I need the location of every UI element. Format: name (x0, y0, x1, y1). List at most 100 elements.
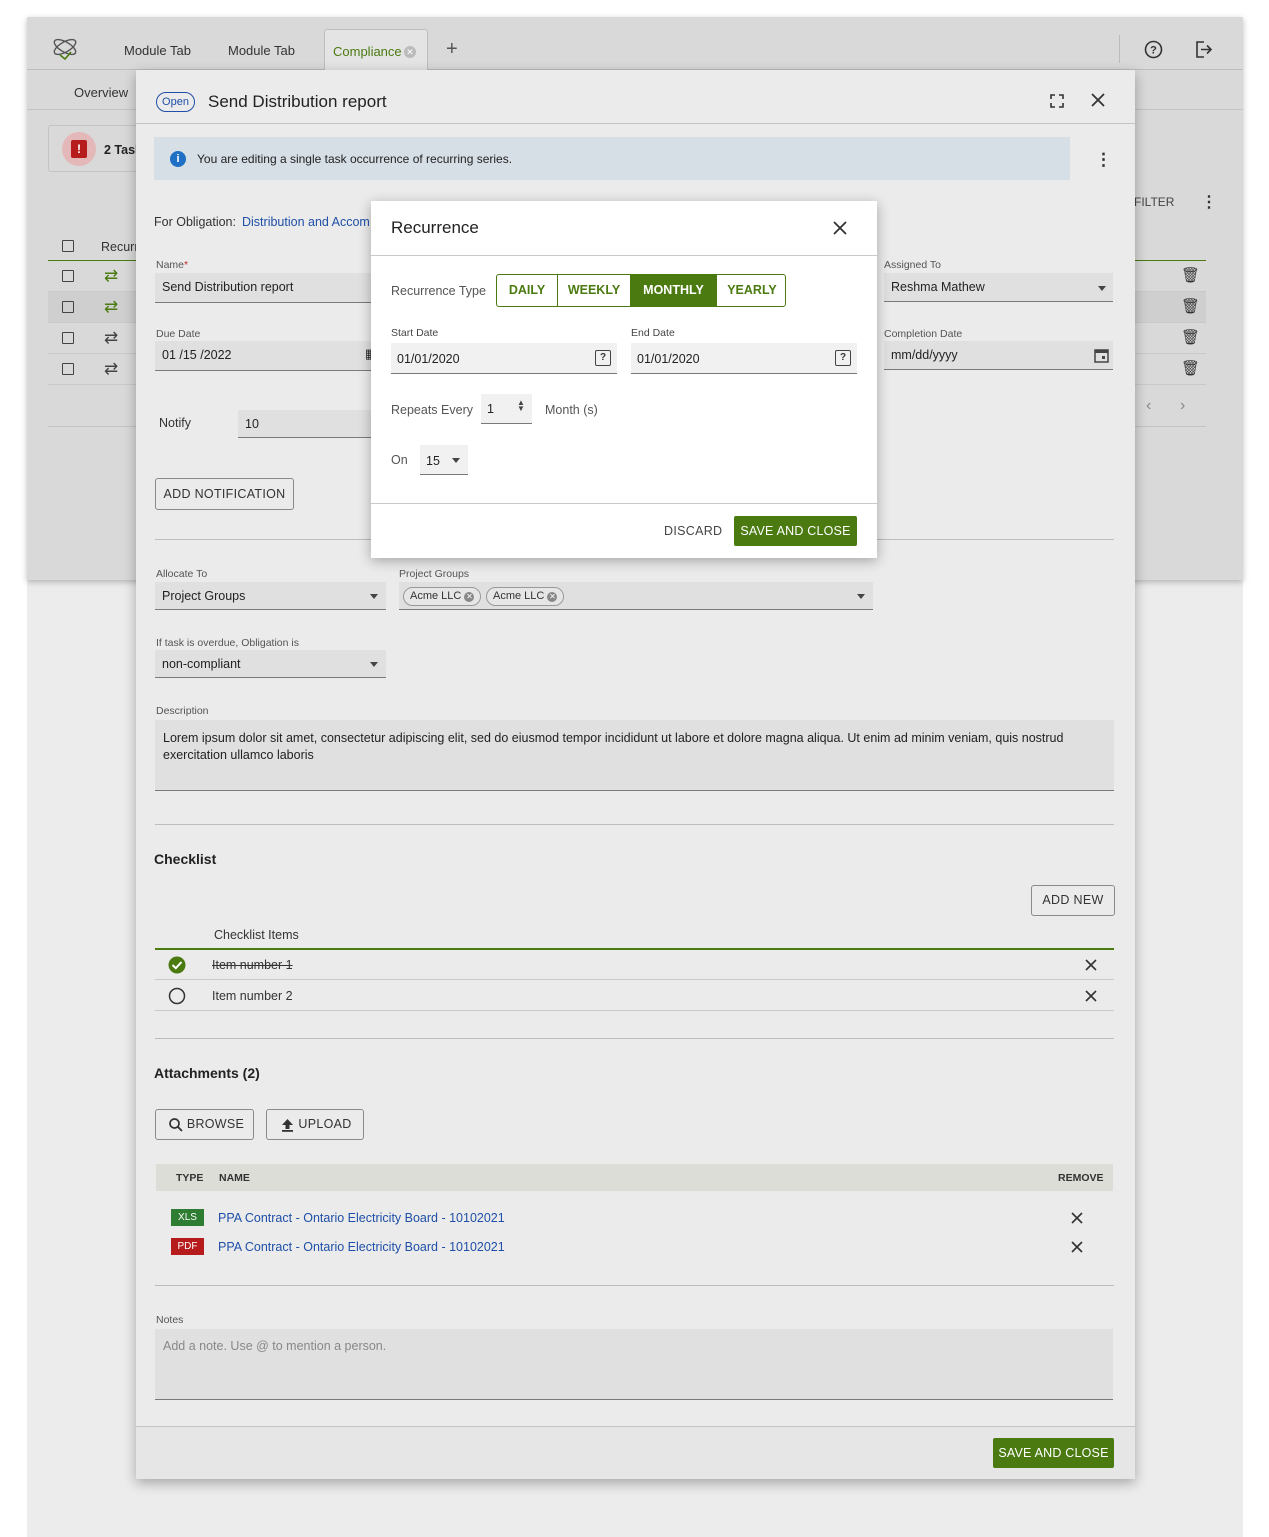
notes-textarea[interactable]: Add a note. Use @ to mention a person. (155, 1329, 1113, 1400)
add-notification-button[interactable]: ADD NOTIFICATION (155, 478, 294, 510)
add-tab-icon[interactable]: + (446, 38, 458, 61)
overdue-label: If task is overdue, Obligation is (156, 637, 299, 649)
end-date-value: 01/01/2020 (637, 352, 700, 366)
select-all-checkbox[interactable] (62, 240, 74, 252)
group-chip: Acme LLC ✕ (403, 587, 482, 606)
notes-label: Notes (156, 1314, 184, 1326)
browse-button[interactable]: BROWSE (155, 1109, 254, 1140)
repeats-unit-label: Month (s) (545, 403, 598, 417)
description-label: Description (156, 705, 209, 717)
unchecked-circle-icon[interactable] (168, 987, 186, 1005)
project-groups-select[interactable]: Acme LLC ✕ Acme LLC ✕ (399, 582, 873, 610)
recurring-icon: ⇄ (104, 297, 119, 316)
divider (155, 1038, 1114, 1039)
close-icon[interactable] (833, 221, 847, 235)
checked-circle-icon[interactable] (168, 956, 186, 974)
add-new-button[interactable]: ADD NEW (1031, 885, 1115, 916)
col-remove: REMOVE (1058, 1172, 1104, 1184)
app-logo-icon (53, 38, 77, 61)
save-and-close-button[interactable]: SAVE AND CLOSE (993, 1438, 1114, 1468)
allocate-select[interactable]: Project Groups (155, 582, 386, 610)
upload-icon (282, 1119, 293, 1132)
close-tab-icon[interactable]: ✕ (404, 46, 416, 58)
prev-page-icon[interactable]: ‹ (1146, 397, 1151, 415)
remove-file-icon[interactable] (1071, 1241, 1083, 1253)
description-textarea[interactable]: Lorem ipsum dolor sit amet, consectetur … (155, 720, 1114, 791)
chevron-down-icon (370, 662, 378, 667)
module-tab-2[interactable]: Module Tab (228, 43, 295, 58)
overdue-select[interactable]: non-compliant (155, 650, 386, 678)
row-checkbox[interactable] (62, 332, 74, 344)
start-date-label: Start Date (391, 327, 439, 339)
attachment-row: XLS PPA Contract - Ontario Electricity B… (156, 1204, 1113, 1232)
on-day-select[interactable]: 15 (420, 445, 468, 475)
assigned-select[interactable]: Reshma Mathew (884, 273, 1113, 302)
repeats-every-input[interactable]: 1 ▲ ▼ (481, 394, 532, 424)
remove-chip-icon[interactable]: ✕ (547, 592, 558, 602)
obligation-link[interactable]: Distribution and Accom (242, 215, 370, 229)
type-yearly-button[interactable]: YEARLY (717, 275, 785, 306)
discard-button[interactable]: DISCARD (664, 524, 722, 538)
allocate-label: Allocate To (156, 568, 208, 580)
recurrence-type-label: Recurrence Type (391, 284, 486, 298)
more-icon[interactable]: ⋮ (1201, 192, 1217, 212)
overdue-value: non-compliant (162, 657, 241, 671)
checklist-row: Item number 2 (155, 981, 1114, 1011)
type-monthly-button[interactable]: MONTHLY (631, 275, 717, 306)
date-help-icon[interactable]: ? (595, 350, 611, 366)
start-date-input[interactable]: 01/01/2020? (391, 343, 617, 374)
remove-chip-icon[interactable]: ✕ (464, 592, 475, 602)
recurring-off-icon: ⇄ (104, 359, 119, 378)
search-icon (169, 1118, 183, 1132)
expand-icon[interactable] (1050, 94, 1064, 108)
group-chip: Acme LLC ✕ (486, 587, 565, 606)
delete-icon[interactable]: 🗑 (1181, 328, 1200, 346)
subnav-overview[interactable]: Overview (74, 85, 128, 100)
due-date-input[interactable]: 01 /15 /2022▦ (155, 341, 377, 371)
attachment-row: PDF PPA Contract - Ontario Electricity B… (156, 1233, 1113, 1261)
end-date-input[interactable]: 01/01/2020? (631, 343, 857, 374)
row-checkbox[interactable] (62, 363, 74, 375)
module-tab-1[interactable]: Module Tab (124, 43, 191, 58)
filter-label[interactable]: FILTER (1134, 195, 1174, 209)
file-type-badge: PDF (171, 1238, 204, 1255)
delete-icon[interactable]: 🗑 (1181, 297, 1200, 315)
notify-label: Notify (159, 416, 191, 430)
tab-compliance[interactable]: Compliance ✕ (324, 29, 428, 70)
stepper-icon[interactable]: ▲ ▼ (517, 399, 525, 413)
divider (371, 503, 877, 504)
completion-date-input[interactable]: mm/dd/yyyy (884, 341, 1113, 370)
more-options-icon[interactable]: ⋮ (1095, 150, 1112, 170)
assigned-value: Reshma Mathew (891, 280, 985, 294)
notify-input[interactable]: 10 (238, 410, 375, 438)
date-help-icon[interactable]: ? (835, 350, 851, 366)
start-date-value: 01/01/2020 (397, 352, 460, 366)
calendar-icon[interactable] (1094, 348, 1109, 363)
close-icon[interactable] (1091, 93, 1105, 107)
remove-item-icon[interactable] (1085, 959, 1097, 971)
upload-label: UPLOAD (298, 1117, 352, 1131)
file-link[interactable]: PPA Contract - Ontario Electricity Board… (218, 1211, 505, 1225)
checklist-item-label: Item number 2 (212, 989, 293, 1003)
remove-file-icon[interactable] (1071, 1212, 1083, 1224)
assigned-label: Assigned To (884, 259, 942, 271)
next-page-icon[interactable]: › (1180, 397, 1185, 415)
file-link[interactable]: PPA Contract - Ontario Electricity Board… (218, 1240, 505, 1254)
remove-item-icon[interactable] (1085, 990, 1097, 1002)
attachments-table-header: TYPE NAME REMOVE (156, 1164, 1113, 1191)
type-weekly-button[interactable]: WEEKLY (558, 275, 631, 306)
top-bar: Module Tab Module Tab Compliance ✕ + ? (27, 17, 1243, 70)
delete-icon[interactable]: 🗑 (1181, 266, 1200, 284)
recurrence-save-button[interactable]: SAVE AND CLOSE (734, 516, 857, 546)
delete-icon[interactable]: 🗑 (1181, 359, 1200, 377)
completion-date-label: Completion Date (884, 328, 963, 340)
recurrence-dialog: Recurrence Recurrence Type DAILY WEEKLY … (371, 201, 877, 558)
row-checkbox[interactable] (62, 301, 74, 313)
type-daily-button[interactable]: DAILY (497, 275, 558, 306)
upload-button[interactable]: UPLOAD (266, 1109, 364, 1140)
logout-icon[interactable] (1194, 40, 1213, 59)
end-date-label: End Date (631, 327, 675, 339)
row-checkbox[interactable] (62, 270, 74, 282)
help-icon[interactable]: ? (1144, 40, 1163, 59)
name-input[interactable]: Send Distribution report (155, 273, 375, 303)
